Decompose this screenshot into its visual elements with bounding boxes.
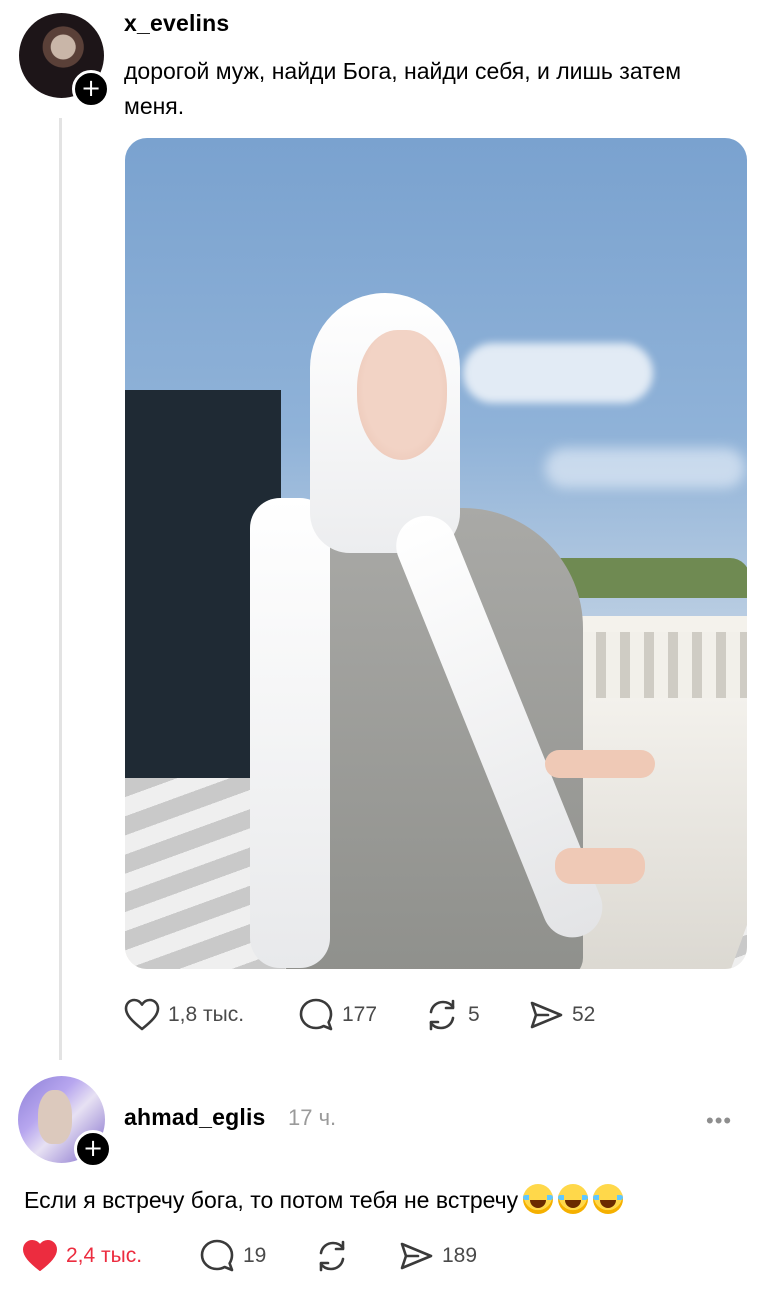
- more-icon[interactable]: •••: [706, 1108, 732, 1134]
- laughing-emoji-icon: [523, 1184, 554, 1214]
- reply-button[interactable]: 19: [199, 1236, 266, 1276]
- repost-button[interactable]: 5: [424, 995, 480, 1035]
- like-button[interactable]: 2,4 тыс.: [22, 1236, 142, 1276]
- like-count: 1,8 тыс.: [168, 1003, 245, 1026]
- post-username[interactable]: x_evelins: [124, 10, 229, 37]
- post-photo[interactable]: [125, 138, 747, 969]
- repost-count: 5: [468, 1003, 480, 1026]
- follow-plus-icon[interactable]: +: [72, 70, 110, 108]
- thread-connector-line: [59, 118, 62, 1060]
- post-actions: 1,8 тыс. 177 5 52: [0, 995, 770, 1035]
- like-button[interactable]: 1,8 тыс.: [124, 995, 244, 1035]
- reply-timestamp: 17 ч.: [288, 1105, 337, 1130]
- reply-count: 19: [243, 1244, 267, 1267]
- reply-username[interactable]: ahmad_eglis: [124, 1104, 266, 1131]
- reply-count: 177: [342, 1003, 378, 1026]
- share-button[interactable]: 189: [398, 1236, 477, 1276]
- share-button[interactable]: 52: [528, 995, 595, 1035]
- share-count: 189: [442, 1244, 478, 1267]
- laughing-emoji-icon: [593, 1184, 624, 1214]
- laughing-emoji-icon: [558, 1184, 589, 1214]
- reply-text-line: Если я встречу бога, то потом тебя не вс…: [24, 1183, 624, 1218]
- reply-text: Если я встречу бога, то потом тебя не вс…: [24, 1187, 519, 1213]
- share-icon: [400, 1242, 433, 1270]
- like-count: 2,4 тыс.: [66, 1244, 143, 1267]
- post-text: дорогой муж, найди Бога, найди себя, и л…: [124, 58, 682, 119]
- comment-icon: [200, 1239, 234, 1272]
- heart-icon: [23, 1240, 57, 1271]
- repost-icon: [429, 999, 455, 1031]
- reply-actions: 2,4 тыс. 19 189: [0, 1236, 770, 1276]
- share-count: 52: [572, 1003, 596, 1026]
- comment-icon: [299, 998, 333, 1031]
- repost-button[interactable]: [314, 1236, 350, 1276]
- reply-button[interactable]: 177: [298, 995, 377, 1035]
- follow-plus-icon[interactable]: +: [74, 1130, 112, 1168]
- share-icon: [530, 1001, 563, 1029]
- repost-icon: [319, 1240, 345, 1272]
- heart-icon: [124, 998, 160, 1031]
